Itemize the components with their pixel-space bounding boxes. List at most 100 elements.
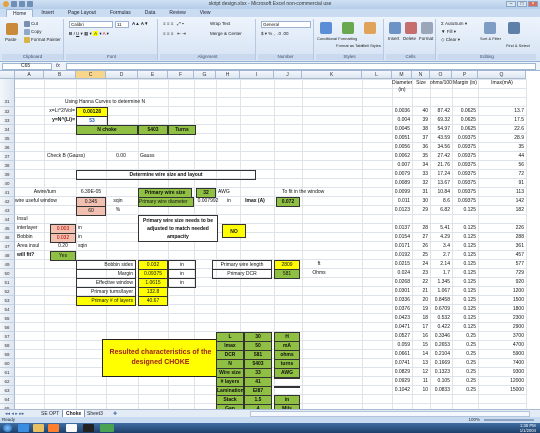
sort-filter-button[interactable]: Sort & Filter: [480, 36, 501, 41]
find-select-button[interactable]: Find & Select: [506, 43, 530, 48]
document-taskbar-icon[interactable]: [66, 424, 77, 432]
start-button-icon[interactable]: [3, 424, 12, 432]
row-header-42[interactable]: 42: [0, 197, 15, 206]
row-header-37[interactable]: 37: [0, 152, 15, 161]
row-header-33[interactable]: 33: [0, 116, 15, 125]
row-header-39[interactable]: 39: [0, 170, 15, 179]
format-table-icon[interactable]: [342, 22, 354, 34]
column-header-n[interactable]: N: [412, 71, 430, 79]
row-header-47[interactable]: 47: [0, 242, 15, 251]
sort-filter-icon[interactable]: [484, 22, 496, 34]
row-header-31[interactable]: 31: [0, 79, 15, 107]
tab-review[interactable]: Review: [163, 9, 191, 17]
row-header-61[interactable]: 61: [0, 368, 15, 377]
clear-button[interactable]: ◇ Clear ▾: [441, 37, 460, 43]
row-header-59[interactable]: 59: [0, 350, 15, 359]
column-header-q[interactable]: Q: [478, 71, 526, 79]
app-taskbar-icon[interactable]: [83, 424, 94, 432]
excel-taskbar-icon[interactable]: [100, 424, 114, 432]
column-header-o[interactable]: O: [430, 71, 452, 79]
conditional-formatting-button[interactable]: Conditional Formatting: [317, 36, 357, 41]
column-header-b[interactable]: B: [44, 71, 76, 79]
font-size-select[interactable]: 11: [115, 21, 129, 28]
tab-page-layout[interactable]: Page Layout: [62, 9, 102, 17]
align-top-buttons[interactable]: ≡ ≡ ≡ ⤢ ▾: [163, 21, 184, 26]
column-header-g[interactable]: G: [194, 71, 216, 79]
select-all-corner[interactable]: [0, 71, 15, 79]
row-header-45[interactable]: 45: [0, 224, 15, 233]
minimize-button[interactable]: –: [506, 1, 516, 7]
fill-button[interactable]: ▼ Fill ▾: [441, 29, 456, 35]
tab-view[interactable]: View: [194, 9, 217, 17]
row-header-62[interactable]: 62: [0, 377, 15, 386]
name-box[interactable]: C65: [2, 63, 52, 70]
row-header-54[interactable]: 54: [0, 305, 15, 314]
tab-insert[interactable]: Insert: [35, 9, 60, 17]
number-format-select[interactable]: General: [261, 21, 311, 28]
row-header-51[interactable]: 51: [0, 278, 15, 287]
tab-formulas[interactable]: Formulas: [104, 9, 137, 17]
format-painter-button[interactable]: Format Painter: [24, 37, 61, 43]
column-header-l[interactable]: L: [362, 71, 392, 79]
zoom-slider[interactable]: [484, 419, 534, 421]
row-header-35[interactable]: 35: [0, 134, 15, 143]
format-cells-icon[interactable]: [421, 22, 433, 34]
conditional-formatting-icon[interactable]: [320, 22, 332, 34]
media-taskbar-icon[interactable]: [48, 424, 59, 432]
column-header-m[interactable]: M: [392, 71, 412, 79]
row-header-60[interactable]: 60: [0, 359, 15, 368]
row-header-41[interactable]: 41: [0, 188, 15, 197]
bold-italic-underline[interactable]: B I U ▾ ▦ ▾ A ▾ A ▾: [69, 31, 109, 37]
column-header-i[interactable]: I: [240, 71, 274, 79]
delete-cells-icon[interactable]: [405, 22, 417, 34]
column-header-a[interactable]: A: [15, 71, 44, 79]
row-header-58[interactable]: 58: [0, 341, 15, 350]
grow-font-button[interactable]: A▲ A▼: [132, 21, 149, 26]
cell-styles-icon[interactable]: [364, 22, 376, 34]
copy-button[interactable]: Copy: [24, 29, 42, 35]
align-left-buttons[interactable]: ≡ ≡ ≡ ⇤ ⇥: [163, 31, 186, 37]
explorer-taskbar-icon[interactable]: [33, 424, 44, 432]
find-select-icon[interactable]: [508, 22, 520, 34]
row-header-43[interactable]: 43: [0, 206, 15, 215]
merge-center-button[interactable]: Merge & Center: [210, 31, 242, 36]
ie-taskbar-icon[interactable]: [18, 424, 29, 432]
column-header-d[interactable]: D: [106, 71, 138, 79]
insert-cells-icon[interactable]: [389, 22, 401, 34]
format-button[interactable]: Format: [419, 36, 433, 41]
close-button[interactable]: ×: [528, 1, 538, 7]
row-header-46[interactable]: 46: [0, 233, 15, 242]
row-header-44[interactable]: 44: [0, 215, 15, 224]
insert-button[interactable]: Insert: [388, 36, 399, 41]
tab-home[interactable]: Home: [6, 9, 34, 17]
format-table-button[interactable]: Format as Table: [336, 43, 365, 48]
row-header-36[interactable]: 36: [0, 143, 15, 152]
row-header-49[interactable]: 49: [0, 260, 15, 269]
column-header-j[interactable]: J: [274, 71, 302, 79]
row-header-63[interactable]: 63: [0, 386, 15, 395]
tab-data[interactable]: Data: [139, 9, 162, 17]
autosum-button[interactable]: Σ AutoSum ▾: [441, 21, 467, 27]
row-header-57[interactable]: 57: [0, 332, 15, 341]
row-header-48[interactable]: 48: [0, 251, 15, 260]
column-header-f[interactable]: F: [168, 71, 194, 79]
column-header-h[interactable]: H: [216, 71, 240, 79]
row-header-38[interactable]: 38: [0, 161, 15, 170]
column-header-c[interactable]: C: [76, 71, 106, 79]
row-header-56[interactable]: 56: [0, 323, 15, 332]
row-header-34[interactable]: 34: [0, 125, 15, 134]
number-format-buttons[interactable]: $ ▾ % , .0 .00: [261, 31, 289, 37]
column-header-p[interactable]: P: [452, 71, 478, 79]
row-header-55[interactable]: 55: [0, 314, 15, 323]
wrap-text-button[interactable]: Wrap Text: [210, 21, 230, 26]
maximize-button[interactable]: □: [517, 1, 527, 7]
column-header-e[interactable]: E: [138, 71, 168, 79]
row-header-53[interactable]: 53: [0, 296, 15, 305]
row-header-64[interactable]: 64: [0, 395, 15, 404]
delete-button[interactable]: Delete: [403, 36, 416, 41]
paste-icon[interactable]: [6, 23, 18, 35]
row-header-52[interactable]: 52: [0, 287, 15, 296]
font-name-select[interactable]: Calibri: [69, 21, 113, 28]
row-header-50[interactable]: 50: [0, 269, 15, 278]
row-header-32[interactable]: 32: [0, 107, 15, 116]
